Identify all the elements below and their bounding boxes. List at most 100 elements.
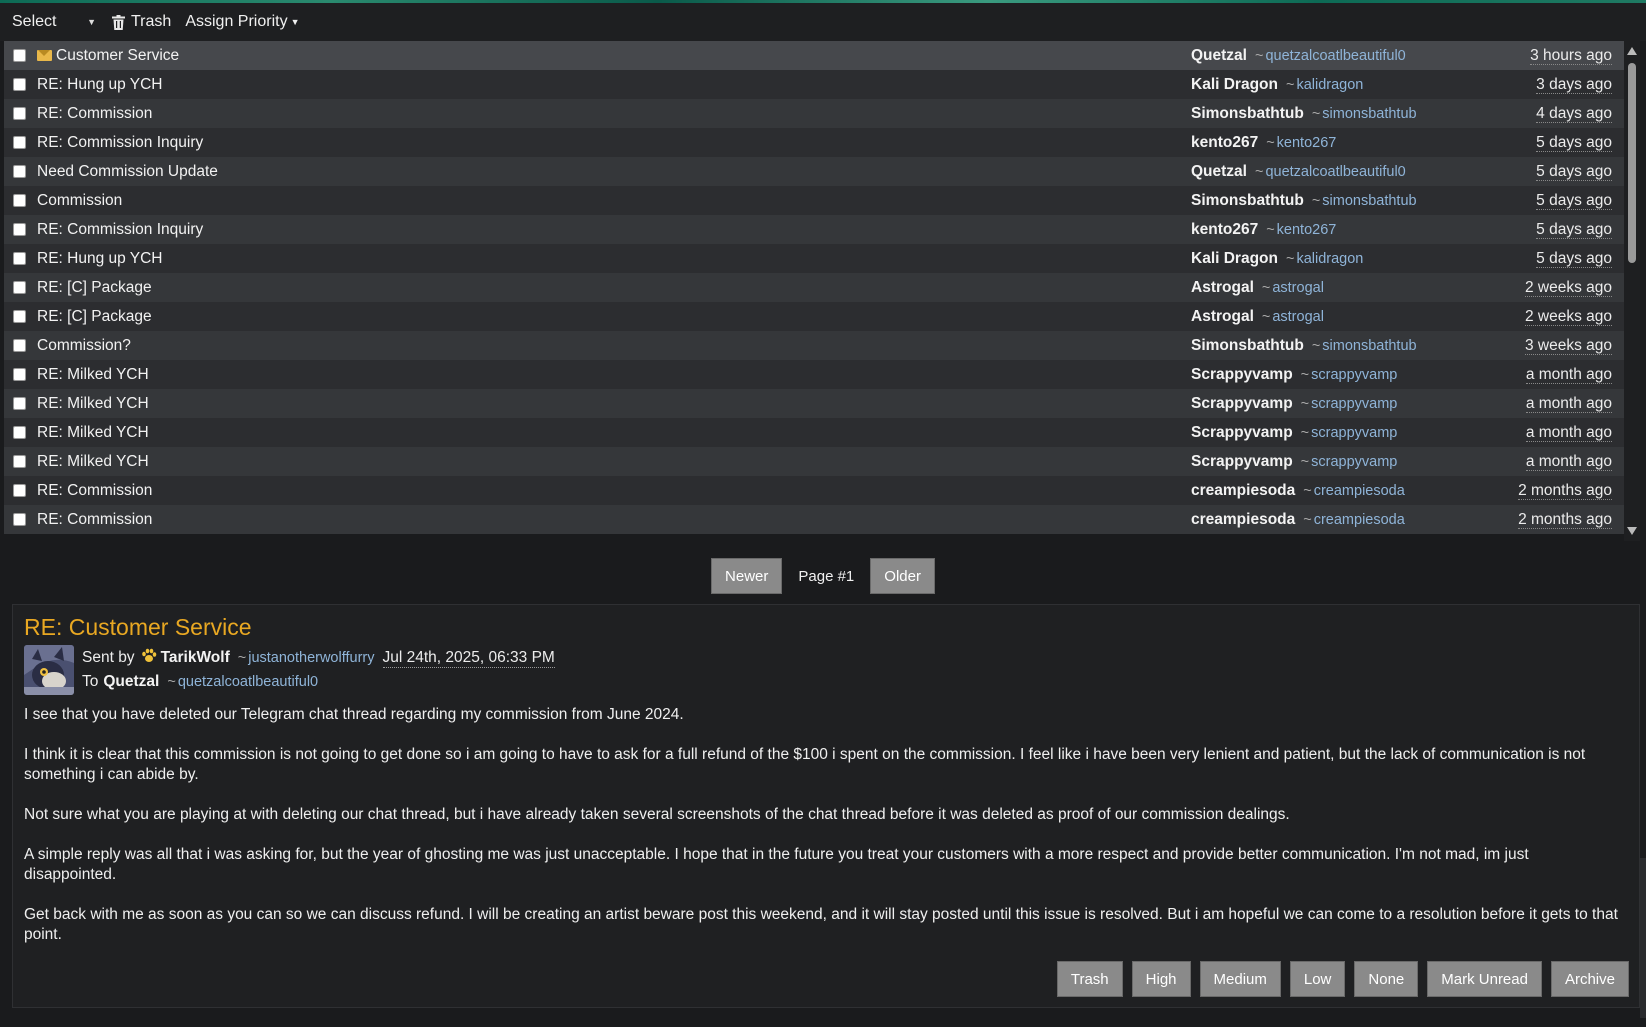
recipient-handle-link[interactable]: ~ quetzalcoatlbeautiful0 [167, 674, 318, 690]
sender-handle-link[interactable]: ~ creampiesoda [1303, 512, 1405, 528]
message-subject[interactable]: RE: Hung up YCH [37, 76, 163, 94]
list-item[interactable]: RE: Commission Inquiry kento267 ~ kento267 5… [4, 215, 1624, 244]
list-item[interactable]: Commission? Simonsbathtub ~ simonsbathtub 3 … [4, 331, 1624, 360]
sender-name[interactable]: creampiesoda [1191, 482, 1295, 500]
sender-name[interactable]: Quetzal [1191, 47, 1247, 65]
list-item[interactable]: RE: Commission Inquiry kento267 ~ kento267 5… [4, 128, 1624, 157]
select-dropdown[interactable]: Select ▼ [12, 13, 98, 31]
sender-handle-link[interactable]: ~ creampiesoda [1303, 483, 1405, 499]
row-checkbox[interactable] [13, 339, 26, 352]
recipient-name[interactable]: Quetzal [103, 673, 159, 691]
row-checkbox[interactable] [13, 310, 26, 323]
message-subject[interactable]: RE: Milked YCH [37, 366, 149, 384]
message-subject[interactable]: Customer Service [37, 47, 179, 65]
list-item[interactable]: Commission Simonsbathtub ~ simonsbathtub 5 d… [4, 186, 1624, 215]
sender-name[interactable]: Simonsbathtub [1191, 105, 1304, 123]
list-item[interactable]: Customer Service Quetzal ~ quetzalcoatlbeau… [4, 41, 1624, 70]
older-button[interactable]: Older [870, 558, 935, 594]
sender-handle-link[interactable]: ~ scrappyvamp [1301, 367, 1398, 383]
message-subject[interactable]: RE: Hung up YCH [37, 250, 163, 268]
message-subject[interactable]: RE: Milked YCH [37, 424, 149, 442]
message-subject[interactable]: RE: Commission [37, 105, 152, 123]
sender-handle-link[interactable]: ~ kento267 [1266, 222, 1336, 238]
scroll-down-arrow-icon[interactable] [1627, 527, 1637, 535]
list-item[interactable]: RE: Commission creampiesoda ~ creampiesoda 2… [4, 505, 1624, 534]
list-item[interactable]: RE: Commission Simonsbathtub ~ simonsbathtu… [4, 99, 1624, 128]
trash-message-button[interactable]: Trash [1056, 961, 1123, 997]
list-item[interactable]: RE: [C] Package Astrogal ~ astrogal 2 weeks … [4, 302, 1624, 331]
message-subject[interactable]: RE: Milked YCH [37, 453, 149, 471]
sender-name[interactable]: Scrappyvamp [1191, 366, 1293, 384]
sender-name[interactable]: Simonsbathtub [1191, 337, 1304, 355]
message-subject[interactable]: Commission [37, 192, 122, 210]
row-checkbox[interactable] [13, 484, 26, 497]
sender-name[interactable]: creampiesoda [1191, 511, 1295, 529]
sender-handle-link[interactable]: ~ kento267 [1266, 135, 1336, 151]
sender-name[interactable]: Astrogal [1191, 279, 1254, 297]
priority-high-button[interactable]: High [1131, 961, 1191, 997]
message-subject[interactable]: Need Commission Update [37, 163, 218, 181]
newer-button[interactable]: Newer [711, 558, 783, 594]
row-checkbox[interactable] [13, 49, 26, 62]
mark-unread-button[interactable]: Mark Unread [1427, 961, 1542, 997]
sender-handle-link[interactable]: ~ kalidragon [1286, 251, 1363, 267]
sender-name[interactable]: kento267 [1191, 221, 1258, 239]
sender-handle-link[interactable]: ~ astrogal [1262, 280, 1324, 296]
message-subject[interactable]: RE: Commission Inquiry [37, 221, 203, 239]
sender-name[interactable]: Kali Dragon [1191, 250, 1278, 268]
row-checkbox[interactable] [13, 136, 26, 149]
list-item[interactable]: Need Commission Update Quetzal ~ quetzalcoa… [4, 157, 1624, 186]
row-checkbox[interactable] [13, 194, 26, 207]
scroll-up-arrow-icon[interactable] [1627, 47, 1637, 55]
row-checkbox[interactable] [13, 368, 26, 381]
sender-name[interactable]: Scrappyvamp [1191, 424, 1293, 442]
message-subject[interactable]: Commission? [37, 337, 131, 355]
sender-handle-link[interactable]: ~ quetzalcoatlbeautiful0 [1255, 164, 1406, 180]
message-list-scrollbar[interactable] [1624, 41, 1640, 541]
row-checkbox[interactable] [13, 223, 26, 236]
row-checkbox[interactable] [13, 281, 26, 294]
sender-handle-link[interactable]: ~ kalidragon [1286, 77, 1363, 93]
row-checkbox[interactable] [13, 397, 26, 410]
list-item[interactable]: RE: Hung up YCH Kali Dragon ~ kalidragon 5 d… [4, 244, 1624, 273]
sender-name[interactable]: Scrappyvamp [1191, 395, 1293, 413]
sender-handle-link[interactable]: ~ justanotherwolffurry [238, 650, 375, 666]
row-checkbox[interactable] [13, 107, 26, 120]
list-item[interactable]: RE: Commission creampiesoda ~ creampiesoda 2… [4, 476, 1624, 505]
list-item[interactable]: RE: Milked YCH Scrappyvamp ~ scrappyvamp a m… [4, 447, 1624, 476]
list-item[interactable]: RE: [C] Package Astrogal ~ astrogal 2 weeks … [4, 273, 1624, 302]
avatar[interactable] [24, 645, 74, 695]
priority-medium-button[interactable]: Medium [1199, 961, 1281, 997]
sender-handle-link[interactable]: ~ simonsbathtub [1312, 106, 1417, 122]
sender-name[interactable]: Astrogal [1191, 308, 1254, 326]
message-subject[interactable]: RE: Milked YCH [37, 395, 149, 413]
list-item[interactable]: RE: Hung up YCH Kali Dragon ~ kalidragon 3 d… [4, 70, 1624, 99]
row-checkbox[interactable] [13, 78, 26, 91]
row-checkbox[interactable] [13, 513, 26, 526]
trash-button[interactable]: Trash [112, 13, 171, 31]
sender-name[interactable]: Scrappyvamp [1191, 453, 1293, 471]
sender-name[interactable]: TarikWolf [161, 649, 230, 667]
list-item[interactable]: RE: Milked YCH Scrappyvamp ~ scrappyvamp a m… [4, 389, 1624, 418]
sender-name[interactable]: Kali Dragon [1191, 76, 1278, 94]
message-subject[interactable]: RE: [C] Package [37, 308, 152, 326]
message-subject[interactable]: RE: Commission [37, 511, 152, 529]
row-checkbox[interactable] [13, 252, 26, 265]
sender-name[interactable]: Simonsbathtub [1191, 192, 1304, 210]
sender-handle-link[interactable]: ~ scrappyvamp [1301, 454, 1398, 470]
priority-low-button[interactable]: Low [1289, 961, 1346, 997]
priority-none-button[interactable]: None [1354, 961, 1419, 997]
message-subject[interactable]: RE: [C] Package [37, 279, 152, 297]
sender-handle-link[interactable]: ~ simonsbathtub [1312, 193, 1417, 209]
scrollbar-thumb[interactable] [1628, 63, 1636, 263]
sender-handle-link[interactable]: ~ scrappyvamp [1301, 425, 1398, 441]
list-item[interactable]: RE: Milked YCH Scrappyvamp ~ scrappyvamp a m… [4, 418, 1624, 447]
message-subject[interactable]: RE: Commission Inquiry [37, 134, 203, 152]
row-checkbox[interactable] [13, 426, 26, 439]
row-checkbox[interactable] [13, 165, 26, 178]
sender-handle-link[interactable]: ~ astrogal [1262, 309, 1324, 325]
sender-handle-link[interactable]: ~ scrappyvamp [1301, 396, 1398, 412]
list-item[interactable]: RE: Milked YCH Scrappyvamp ~ scrappyvamp a m… [4, 360, 1624, 389]
sender-name[interactable]: Quetzal [1191, 163, 1247, 181]
archive-button[interactable]: Archive [1550, 961, 1629, 997]
